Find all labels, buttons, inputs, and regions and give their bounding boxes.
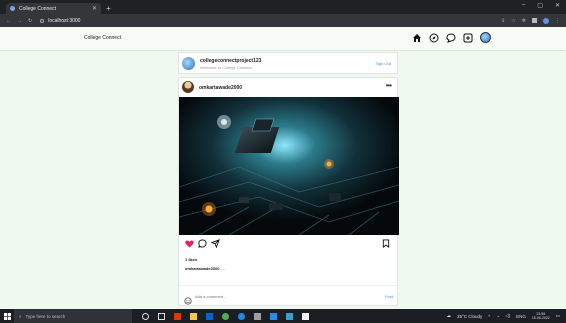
maximize-icon[interactable]: ▢ (537, 2, 543, 9)
system-tray: ☁ 25°C Cloudy ^ ◔ ◁) ENG 23:58 15-06-202… (446, 309, 560, 323)
brand-logo[interactable]: College Connect (84, 35, 121, 41)
notifications-icon[interactable]: ▭ (556, 313, 560, 319)
post-comment-button[interactable]: Post (385, 294, 393, 299)
favicon-icon (10, 6, 15, 11)
task-view-icon[interactable] (158, 312, 165, 320)
tray-chevron-icon[interactable]: ^ (488, 314, 490, 319)
cortana-icon[interactable] (142, 312, 149, 320)
office-app-icon[interactable] (174, 312, 181, 320)
post-caption: omkartawade2000 .... (185, 266, 225, 271)
weather-icon[interactable]: ☁ (446, 313, 451, 319)
comment-input[interactable] (195, 292, 345, 300)
avatar[interactable] (182, 57, 195, 70)
window-controls: – ▢ ✕ (522, 2, 560, 9)
close-tab-icon[interactable]: ✕ (92, 5, 97, 12)
post-username[interactable]: omkartawade2000 (199, 85, 242, 91)
post-card: omkartawade2000 ••• 1 likes omkartawade2… (178, 77, 399, 306)
share-icon[interactable]: ⇪ (501, 18, 505, 24)
site-info-icon[interactable] (40, 18, 45, 23)
post-avatar[interactable] (182, 81, 194, 93)
network-icon[interactable]: ◔ (496, 314, 499, 319)
app-header: College Connect (0, 27, 566, 51)
browser-tabbar: College Connect ✕ + – ▢ ✕ (0, 0, 566, 14)
files-app-icon[interactable] (190, 312, 197, 320)
sign-out-button[interactable]: Sign Out (375, 61, 391, 66)
create-icon[interactable] (463, 33, 473, 43)
url-text: localhost:3000 (48, 17, 81, 24)
forward-icon[interactable]: → (17, 18, 22, 24)
clock[interactable]: 23:58 15-06-2022 (532, 312, 550, 320)
account-card: collegeconnectproject123 Welcome to Coll… (178, 52, 398, 74)
emoji-icon[interactable] (184, 292, 192, 310)
url-field[interactable]: localhost:3000 (40, 16, 501, 25)
taskbar-search-placeholder: Type here to search (25, 313, 66, 319)
star-icon[interactable]: ☆ (511, 18, 515, 24)
account-subtitle: Welcome to College Connect (200, 65, 252, 70)
volume-icon[interactable]: ◁) (505, 313, 510, 319)
terminal-app-icon[interactable] (302, 312, 309, 320)
explore-icon[interactable] (429, 33, 439, 43)
vscode-app-icon[interactable] (270, 312, 277, 320)
photos-app-icon[interactable] (286, 312, 293, 320)
menu-icon[interactable]: ⋮ (555, 18, 560, 24)
account-username[interactable]: collegeconnectproject123 (200, 58, 261, 64)
caption-text: .... (220, 266, 226, 271)
close-window-icon[interactable]: ✕ (555, 2, 560, 9)
minimize-icon[interactable]: – (522, 2, 525, 9)
weather-text[interactable]: 25°C Cloudy (457, 314, 482, 319)
edge-app-icon[interactable] (238, 312, 245, 320)
messages-icon[interactable] (446, 32, 456, 43)
post-image[interactable] (179, 97, 399, 235)
bookmark-icon[interactable] (382, 239, 390, 248)
language-indicator[interactable]: ENG (516, 314, 526, 319)
tab-title: College Connect (19, 5, 56, 12)
share-post-icon[interactable] (211, 239, 220, 248)
chrome-app-icon[interactable] (222, 312, 229, 320)
caption-username[interactable]: omkartawade2000 (185, 266, 219, 271)
back-icon[interactable]: ← (6, 18, 11, 24)
new-tab-icon[interactable]: + (106, 3, 111, 14)
taskbar: ⌕ Type here to search ☁ 25°C Cloudy ^ ◔ … (0, 309, 566, 323)
browser-profile-icon[interactable] (543, 17, 549, 24)
taskbar-search[interactable]: ⌕ Type here to search (14, 309, 132, 323)
windows-start-icon[interactable] (0, 312, 14, 320)
address-bar: ← → ↻ localhost:3000 ⇪ ☆ ✲ ⋮ (0, 14, 566, 27)
store-app-icon[interactable] (206, 312, 213, 320)
home-icon[interactable] (412, 33, 422, 43)
clock-date: 15-06-2022 (531, 316, 550, 320)
comment-icon[interactable] (198, 239, 207, 248)
profile-avatar[interactable] (480, 32, 491, 43)
more-options-icon[interactable]: ••• (386, 81, 392, 90)
browser-tab[interactable]: College Connect ✕ (6, 3, 101, 14)
likes-count: 1 likes (185, 257, 198, 262)
like-heart-icon[interactable] (185, 239, 194, 248)
reload-icon[interactable]: ↻ (28, 18, 32, 24)
mail-app-icon[interactable] (254, 312, 261, 320)
search-icon: ⌕ (19, 313, 22, 319)
sidebar-icon[interactable] (532, 18, 537, 23)
extensions-icon[interactable]: ✲ (522, 18, 526, 24)
comment-bar: Post (179, 285, 399, 306)
